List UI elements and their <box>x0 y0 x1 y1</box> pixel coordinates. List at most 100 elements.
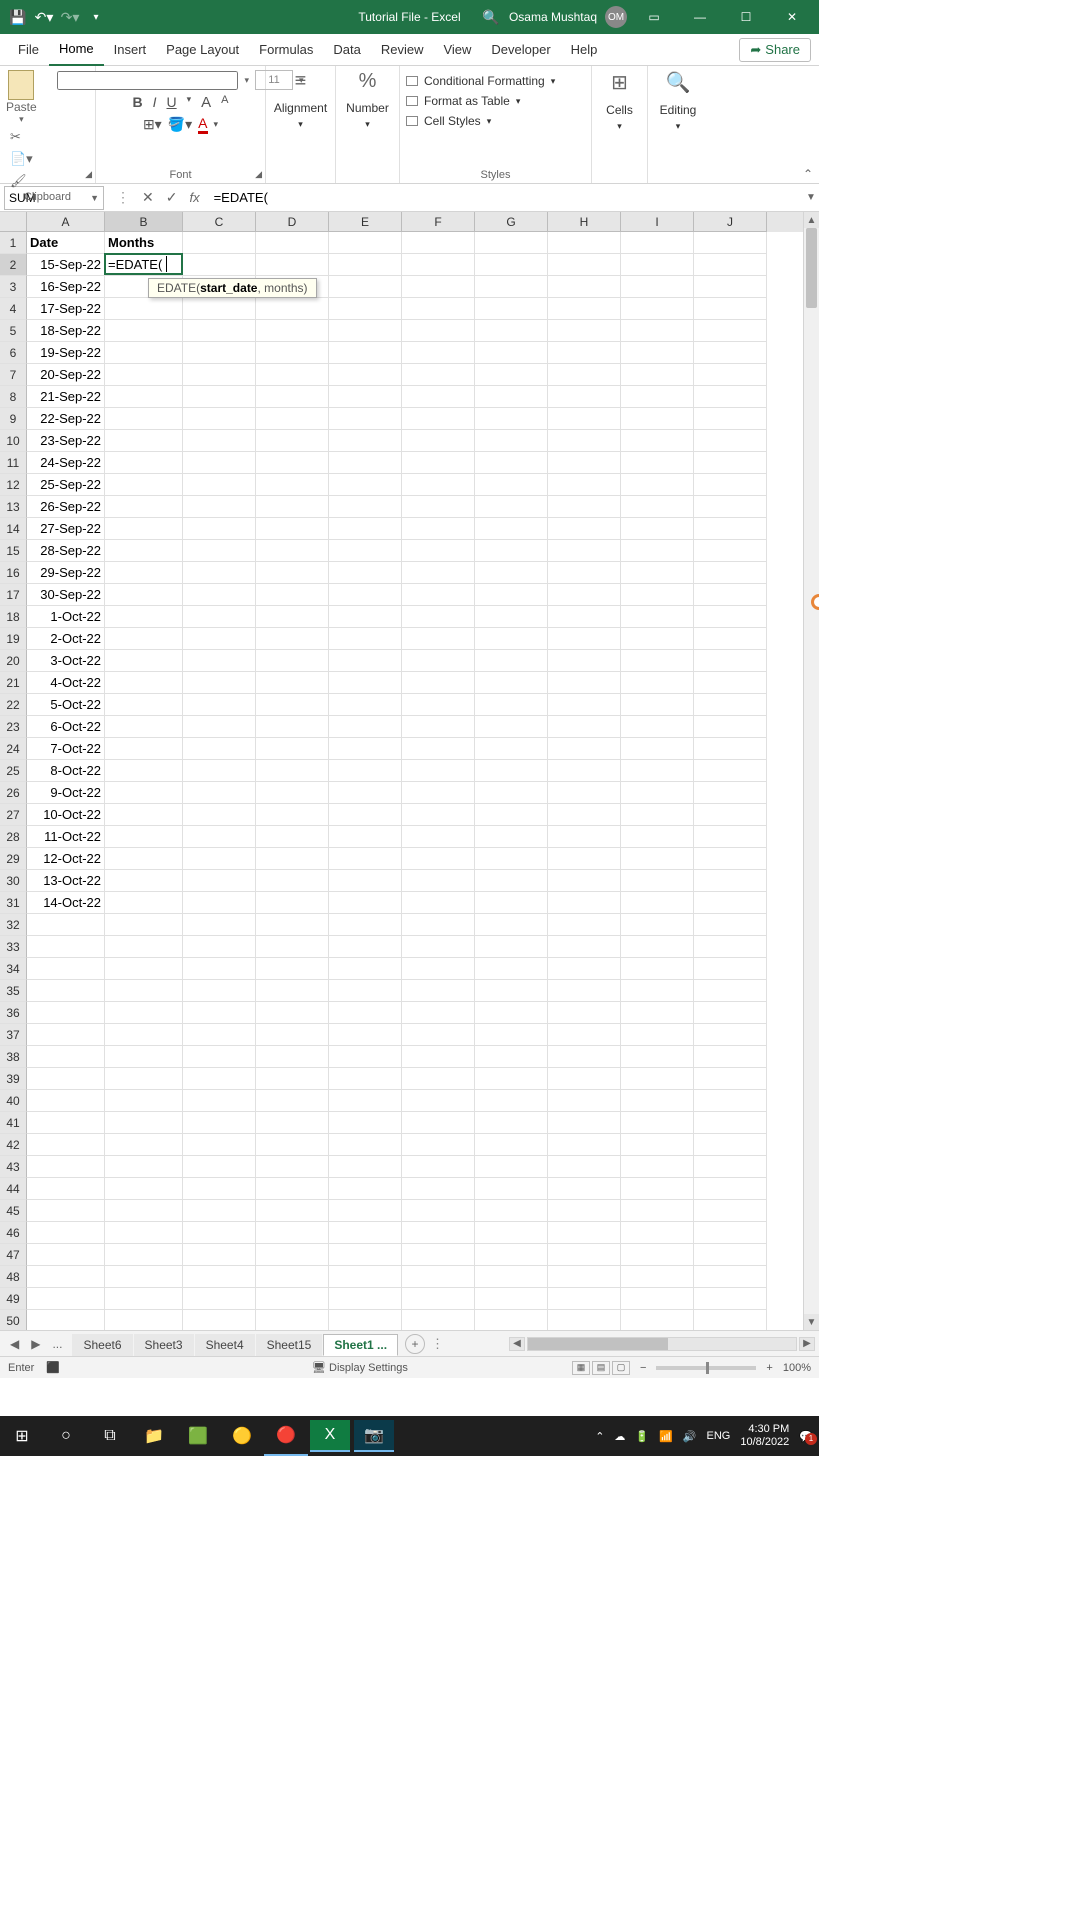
cell[interactable] <box>329 914 402 936</box>
cell[interactable] <box>621 1002 694 1024</box>
cells-icon[interactable]: ⊞ <box>611 70 628 95</box>
cell[interactable] <box>694 474 767 496</box>
cell[interactable] <box>548 1002 621 1024</box>
cell[interactable] <box>621 452 694 474</box>
row-header[interactable]: 12 <box>0 474 27 496</box>
cell[interactable] <box>621 870 694 892</box>
cell[interactable] <box>402 540 475 562</box>
maximize-button[interactable]: ☐ <box>727 0 765 34</box>
sheet-nav-prev-button[interactable]: ◀ <box>6 1335 23 1353</box>
cell[interactable] <box>621 298 694 320</box>
cell[interactable] <box>621 914 694 936</box>
cell[interactable] <box>329 782 402 804</box>
cell[interactable] <box>329 826 402 848</box>
cell[interactable] <box>183 606 256 628</box>
cell[interactable] <box>694 540 767 562</box>
cell[interactable] <box>475 848 548 870</box>
cell[interactable] <box>329 562 402 584</box>
user-avatar[interactable]: OM <box>605 6 627 28</box>
cell[interactable] <box>694 1266 767 1288</box>
cell[interactable] <box>183 694 256 716</box>
grow-font-button[interactable]: A <box>201 94 211 111</box>
cell[interactable] <box>256 1178 329 1200</box>
cell[interactable] <box>256 716 329 738</box>
cell[interactable] <box>402 1134 475 1156</box>
cell[interactable] <box>694 1178 767 1200</box>
ribbon-tab-insert[interactable]: Insert <box>104 34 157 66</box>
fill-color-button[interactable]: 🪣▾ <box>168 116 192 133</box>
cell[interactable] <box>256 760 329 782</box>
language-indicator[interactable]: ENG <box>707 1430 731 1442</box>
cell[interactable] <box>548 518 621 540</box>
chrome-icon[interactable]: 🔴 <box>264 1416 308 1456</box>
cell[interactable] <box>548 1068 621 1090</box>
copy-icon[interactable]: 📄▾ <box>10 151 33 167</box>
cell[interactable] <box>548 496 621 518</box>
cell[interactable] <box>548 914 621 936</box>
zoom-in-button[interactable]: + <box>766 1362 772 1374</box>
cell[interactable] <box>256 408 329 430</box>
chrome-canary-icon[interactable]: 🟡 <box>220 1416 264 1456</box>
sheet-nav-next-button[interactable]: ▶ <box>27 1335 44 1353</box>
undo-icon[interactable]: ↶▾ <box>34 7 54 27</box>
row-header[interactable]: 42 <box>0 1134 27 1156</box>
cell[interactable]: 2-Oct-22 <box>27 628 105 650</box>
cell[interactable] <box>402 826 475 848</box>
cell[interactable] <box>621 1046 694 1068</box>
row-header[interactable]: 1 <box>0 232 27 254</box>
row-header[interactable]: 18 <box>0 606 27 628</box>
column-header-A[interactable]: A <box>27 212 105 232</box>
cell[interactable] <box>402 1046 475 1068</box>
cell[interactable] <box>183 1024 256 1046</box>
cell[interactable] <box>183 1090 256 1112</box>
cell[interactable]: 8-Oct-22 <box>27 760 105 782</box>
cut-icon[interactable]: ✂ <box>10 129 33 145</box>
cell[interactable]: 12-Oct-22 <box>27 848 105 870</box>
column-header-E[interactable]: E <box>329 212 402 232</box>
cell[interactable] <box>621 408 694 430</box>
cell[interactable] <box>105 1090 183 1112</box>
notifications-button[interactable]: 💬1 <box>799 1430 813 1443</box>
cell[interactable] <box>402 562 475 584</box>
cell[interactable] <box>402 1156 475 1178</box>
cell[interactable] <box>621 606 694 628</box>
cell[interactable]: =EDATE( <box>105 254 183 276</box>
cell[interactable] <box>402 606 475 628</box>
cell[interactable] <box>329 804 402 826</box>
cell[interactable] <box>329 1002 402 1024</box>
cell[interactable] <box>548 232 621 254</box>
cell[interactable] <box>621 254 694 276</box>
minimize-button[interactable]: — <box>681 0 719 34</box>
row-header[interactable]: 14 <box>0 518 27 540</box>
cell[interactable] <box>402 1068 475 1090</box>
system-clock[interactable]: 4:30 PM 10/8/2022 <box>740 1423 789 1449</box>
cell[interactable] <box>621 518 694 540</box>
cell[interactable] <box>256 364 329 386</box>
cell[interactable] <box>105 782 183 804</box>
cell[interactable] <box>402 760 475 782</box>
cell[interactable] <box>105 320 183 342</box>
cell[interactable] <box>402 1002 475 1024</box>
cell[interactable] <box>402 672 475 694</box>
file-explorer-icon[interactable]: 📁 <box>132 1416 176 1456</box>
column-header-G[interactable]: G <box>475 212 548 232</box>
cell[interactable] <box>548 760 621 782</box>
cell[interactable] <box>256 1090 329 1112</box>
row-header[interactable]: 6 <box>0 342 27 364</box>
cell[interactable] <box>256 1046 329 1068</box>
cell[interactable] <box>329 386 402 408</box>
save-icon[interactable]: 💾 <box>8 7 28 27</box>
cell[interactable] <box>329 1310 402 1330</box>
cell[interactable] <box>402 892 475 914</box>
cell[interactable] <box>548 1134 621 1156</box>
cell[interactable] <box>183 628 256 650</box>
vertical-scrollbar[interactable]: ▲ ▼ <box>803 212 819 1330</box>
cell[interactable] <box>183 386 256 408</box>
cell[interactable] <box>105 386 183 408</box>
cell[interactable] <box>329 1112 402 1134</box>
cell[interactable] <box>475 408 548 430</box>
cell[interactable] <box>475 958 548 980</box>
cell[interactable] <box>548 320 621 342</box>
cell[interactable] <box>475 584 548 606</box>
enter-formula-button[interactable]: ✓ <box>166 189 178 206</box>
